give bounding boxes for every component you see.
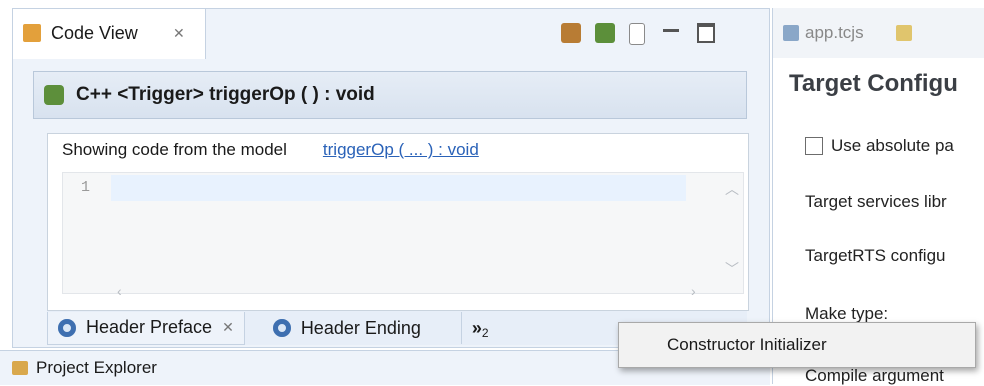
document-icon[interactable]: [629, 23, 645, 45]
editor-header: C++ <Trigger> triggerOp ( ) : void: [33, 71, 747, 119]
project-explorer-title[interactable]: Project Explorer: [36, 358, 157, 378]
tab-header-ending[interactable]: Header Ending: [263, 312, 431, 344]
overflow-count: 2: [481, 326, 489, 340]
tab-overflow-button[interactable]: » 2: [460, 312, 499, 344]
targetrts-label: TargetRTS configu: [805, 246, 946, 265]
current-line[interactable]: [111, 175, 686, 201]
right-tab-bar: app.tcjs: [773, 8, 984, 58]
scroll-left-icon[interactable]: ‹: [117, 283, 122, 299]
tab-app-tcjs[interactable]: app.tcjs: [805, 23, 864, 43]
horizontal-scrollbar[interactable]: ‹ ›: [111, 283, 711, 299]
scroll-up-icon[interactable]: ︿: [725, 179, 739, 199]
line-number: 1: [81, 179, 91, 196]
showing-row: Showing code from the model triggerOp ( …: [62, 140, 479, 160]
make-type-label: Make type:: [805, 304, 889, 323]
overflow-icon: »: [471, 317, 482, 338]
tab-header-preface[interactable]: Header Preface ✕: [47, 311, 245, 345]
tcjs-file-icon: [783, 25, 799, 41]
maximize-icon[interactable]: [697, 23, 715, 43]
gear-icon: [58, 318, 76, 337]
overflow-menu: Constructor Initializer: [618, 322, 976, 368]
vertical-scrollbar[interactable]: ︿ ﹀: [719, 173, 743, 283]
folder-icon: [12, 361, 28, 375]
showing-text: Showing code from the model: [62, 140, 287, 159]
section-title: Target Configu: [789, 70, 958, 97]
checkbox-label: Use absolute pa: [831, 136, 954, 155]
model-link[interactable]: triggerOp ( ... ) : void: [323, 140, 479, 160]
tab-label: Header Ending: [300, 317, 421, 338]
checkbox[interactable]: [805, 137, 823, 155]
code-editor: Showing code from the model triggerOp ( …: [47, 133, 749, 311]
code-text-area[interactable]: 1 ︿ ﹀ ‹ ›: [62, 172, 744, 299]
minimize-icon[interactable]: [663, 29, 679, 32]
code-view-icon: [23, 24, 41, 42]
absolute-path-option[interactable]: Use absolute pa: [805, 136, 954, 156]
compile-arguments-label: Compile argument: [805, 366, 944, 385]
menu-item-constructor-initializer[interactable]: Constructor Initializer: [667, 335, 827, 355]
scroll-down-icon[interactable]: ﹀: [725, 259, 739, 279]
target-services-label: Target services libr: [805, 192, 947, 211]
tree-gear-icon[interactable]: [561, 23, 581, 43]
properties-icon: [895, 25, 912, 41]
code-view-panel: Code View ✕ C++ <Trigger> triggerOp ( ) …: [12, 8, 770, 348]
tab-bar: Code View ✕: [13, 9, 769, 59]
tab-code-view[interactable]: Code View ✕: [13, 9, 206, 59]
close-icon[interactable]: ✕: [222, 319, 234, 336]
tab-title: Code View: [51, 23, 138, 43]
tab-label: Header Preface: [86, 317, 213, 337]
tree-gear-2-icon[interactable]: [595, 23, 615, 43]
close-icon[interactable]: ✕: [173, 25, 185, 42]
gear-icon: [272, 319, 291, 337]
editor-title: C++ <Trigger> triggerOp ( ) : void: [76, 84, 375, 105]
line-number-gutter: 1: [63, 173, 111, 293]
operation-icon: [44, 85, 64, 105]
scroll-right-icon[interactable]: ›: [691, 283, 696, 299]
